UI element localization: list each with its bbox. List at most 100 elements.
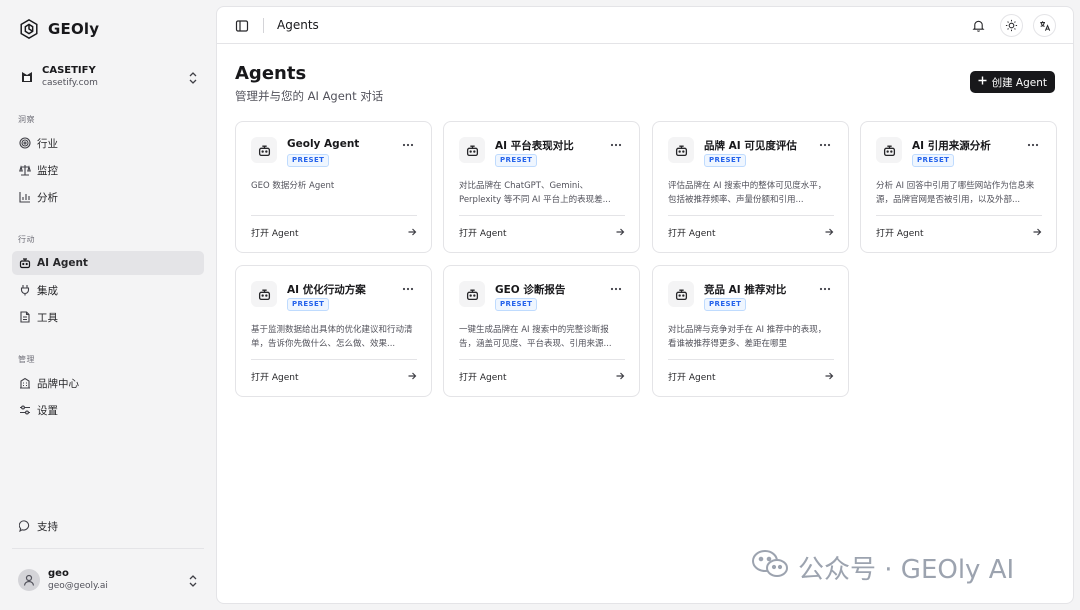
arrow-right-icon [616, 228, 625, 236]
breadcrumb: Agents [277, 18, 319, 32]
open-agent-label: 打开 Agent [251, 228, 299, 239]
agent-name: 品牌 AI 可见度评估 [704, 140, 797, 152]
more-options-icon[interactable] [607, 283, 625, 295]
chevrons-up-down-icon [188, 573, 198, 587]
sliders-icon [19, 404, 31, 416]
preset-badge: PRESET [495, 298, 538, 311]
theme-toggle-button[interactable] [1000, 14, 1023, 37]
sidebar-item-label: 行业 [37, 137, 58, 150]
bot-icon [251, 281, 277, 307]
agent-card[interactable]: 竞品 AI 推荐对比 PRESET 对比品牌与竞争对手在 AI 推荐中的表现，看谁被… [652, 265, 849, 397]
agent-description: 对比品牌在 ChatGPT、Gemini、Perplexity 等不同 AI 平… [459, 181, 611, 205]
sidebar-divider [12, 548, 204, 549]
notifications-button[interactable] [967, 14, 990, 37]
plug-icon [19, 284, 31, 296]
scale-icon [19, 164, 31, 176]
open-agent-link[interactable]: 打开 Agent [251, 369, 417, 383]
topbar: Agents [217, 7, 1073, 44]
preset-badge: PRESET [912, 154, 955, 167]
card-divider [876, 215, 1042, 216]
workspace-name: CASETIFY [42, 65, 96, 76]
bot-icon [668, 137, 694, 163]
preset-badge: PRESET [704, 298, 747, 311]
bar-chart-icon [19, 191, 31, 203]
agent-description: 一键生成品牌在 AI 搜索中的完整诊断报告，涵盖可见度、平台表现、引用来源... [459, 325, 612, 349]
open-agent-label: 打开 Agent [459, 372, 507, 383]
agent-card[interactable]: AI 平台表现对比 PRESET 对比品牌在 ChatGPT、Gemini、Perp… [443, 121, 640, 253]
open-agent-link[interactable]: 打开 Agent [459, 369, 625, 383]
agent-name: AI 优化行动方案 [287, 284, 366, 296]
message-circle-icon [19, 520, 31, 532]
card-divider [668, 359, 834, 360]
translate-icon [1039, 20, 1050, 31]
sidebar-item-label: 监控 [37, 164, 58, 177]
agent-card[interactable]: Geoly Agent PRESET GEO 数据分析 Agent 打开 Agent [235, 121, 432, 253]
plus-icon [978, 76, 987, 88]
preset-badge: PRESET [704, 154, 747, 167]
agent-description: 评估品牌在 AI 搜索中的整体可见度水平，包括被推荐频率、声量份额和引用... [668, 181, 827, 205]
agent-card[interactable]: GEO 诊断报告 PRESET 一键生成品牌在 AI 搜索中的完整诊断报告，涵盖可见… [443, 265, 640, 397]
more-options-icon[interactable] [399, 139, 417, 151]
create-agent-button[interactable]: 创建 Agent [969, 71, 1055, 93]
user-name: geo [48, 568, 69, 579]
arrow-right-icon [616, 372, 625, 380]
open-agent-label: 打开 Agent [459, 228, 507, 239]
more-options-icon[interactable] [1024, 139, 1042, 151]
watermark: 公众号 · GEOly AI [750, 548, 1014, 587]
sidebar: GEOly CASETIFY casetify.com 洞察 行业 监控 分析 … [0, 0, 216, 610]
sidebar-item-industry[interactable]: 行业 [12, 131, 204, 155]
sidebar-item-label: 分析 [37, 191, 58, 204]
sidebar-item-ai-agent[interactable]: AI Agent [12, 251, 204, 275]
agent-name: AI 引用来源分析 [912, 140, 991, 152]
card-divider [251, 215, 417, 216]
wechat-icon [750, 548, 790, 587]
agent-card[interactable]: 品牌 AI 可见度评估 PRESET 评估品牌在 AI 搜索中的整体可见度水平，包括… [652, 121, 849, 253]
more-options-icon[interactable] [816, 283, 834, 295]
more-options-icon[interactable] [816, 139, 834, 151]
user-menu[interactable]: geo geo@geoly.ai [12, 562, 204, 598]
sidebar-item-label: 品牌中心 [37, 377, 79, 390]
agent-description: 对比品牌与竞争对手在 AI 推荐中的表现，看谁被推荐得更多、差距在哪里 [668, 325, 827, 349]
open-agent-label: 打开 Agent [251, 372, 299, 383]
sidebar-item-tools[interactable]: 工具 [12, 305, 204, 329]
open-agent-link[interactable]: 打开 Agent [876, 225, 1042, 239]
sidebar-item-monitor[interactable]: 监控 [12, 158, 204, 182]
agent-card[interactable]: AI 优化行动方案 PRESET 基于监测数据给出具体的优化建议和行动清单，告诉你先… [235, 265, 432, 397]
bot-icon [19, 257, 31, 269]
open-agent-link[interactable]: 打开 Agent [668, 225, 834, 239]
workspace-domain: casetify.com [42, 78, 98, 88]
sidebar-item-support[interactable]: 支持 [12, 514, 204, 538]
open-agent-link[interactable]: 打开 Agent [668, 369, 834, 383]
topbar-divider [263, 18, 264, 33]
sidebar-item-settings[interactable]: 设置 [12, 398, 204, 422]
language-button[interactable] [1033, 14, 1056, 37]
workspace-switcher[interactable]: CASETIFY casetify.com [12, 60, 204, 94]
agent-name: GEO 诊断报告 [495, 284, 566, 296]
sidebar-item-label: 设置 [37, 404, 58, 417]
open-agent-link[interactable]: 打开 Agent [251, 225, 417, 239]
sidebar-item-label: AI Agent [37, 257, 88, 269]
bot-icon [876, 137, 902, 163]
agent-card[interactable]: AI 引用来源分析 PRESET 分析 AI 回答中引用了哪些网站作为信息来源，品牌… [860, 121, 1057, 253]
open-agent-link[interactable]: 打开 Agent [459, 225, 625, 239]
avatar [18, 569, 40, 591]
sun-icon [1005, 19, 1018, 32]
brand-logo[interactable]: GEOly [18, 16, 99, 42]
main-panel: Agents Agents 管理并与您的 AI Agent 对话 创建 Agen… [216, 6, 1074, 604]
arrow-right-icon [408, 372, 417, 380]
more-options-icon[interactable] [399, 283, 417, 295]
sidebar-item-analysis[interactable]: 分析 [12, 185, 204, 209]
more-options-icon[interactable] [607, 139, 625, 151]
sidebar-toggle-icon[interactable] [235, 18, 249, 32]
building-icon [19, 377, 31, 389]
page-subtitle: 管理并与您的 AI Agent 对话 [235, 89, 384, 103]
user-email: geo@geoly.ai [48, 581, 108, 591]
chevrons-up-down-icon [188, 70, 198, 84]
preset-badge: PRESET [287, 154, 330, 167]
section-label-action: 行动 [18, 235, 35, 244]
preset-badge: PRESET [495, 154, 538, 167]
sidebar-item-integrations[interactable]: 集成 [12, 278, 204, 302]
card-divider [251, 359, 417, 360]
sidebar-item-brand-center[interactable]: 品牌中心 [12, 371, 204, 395]
bell-icon [972, 20, 985, 32]
